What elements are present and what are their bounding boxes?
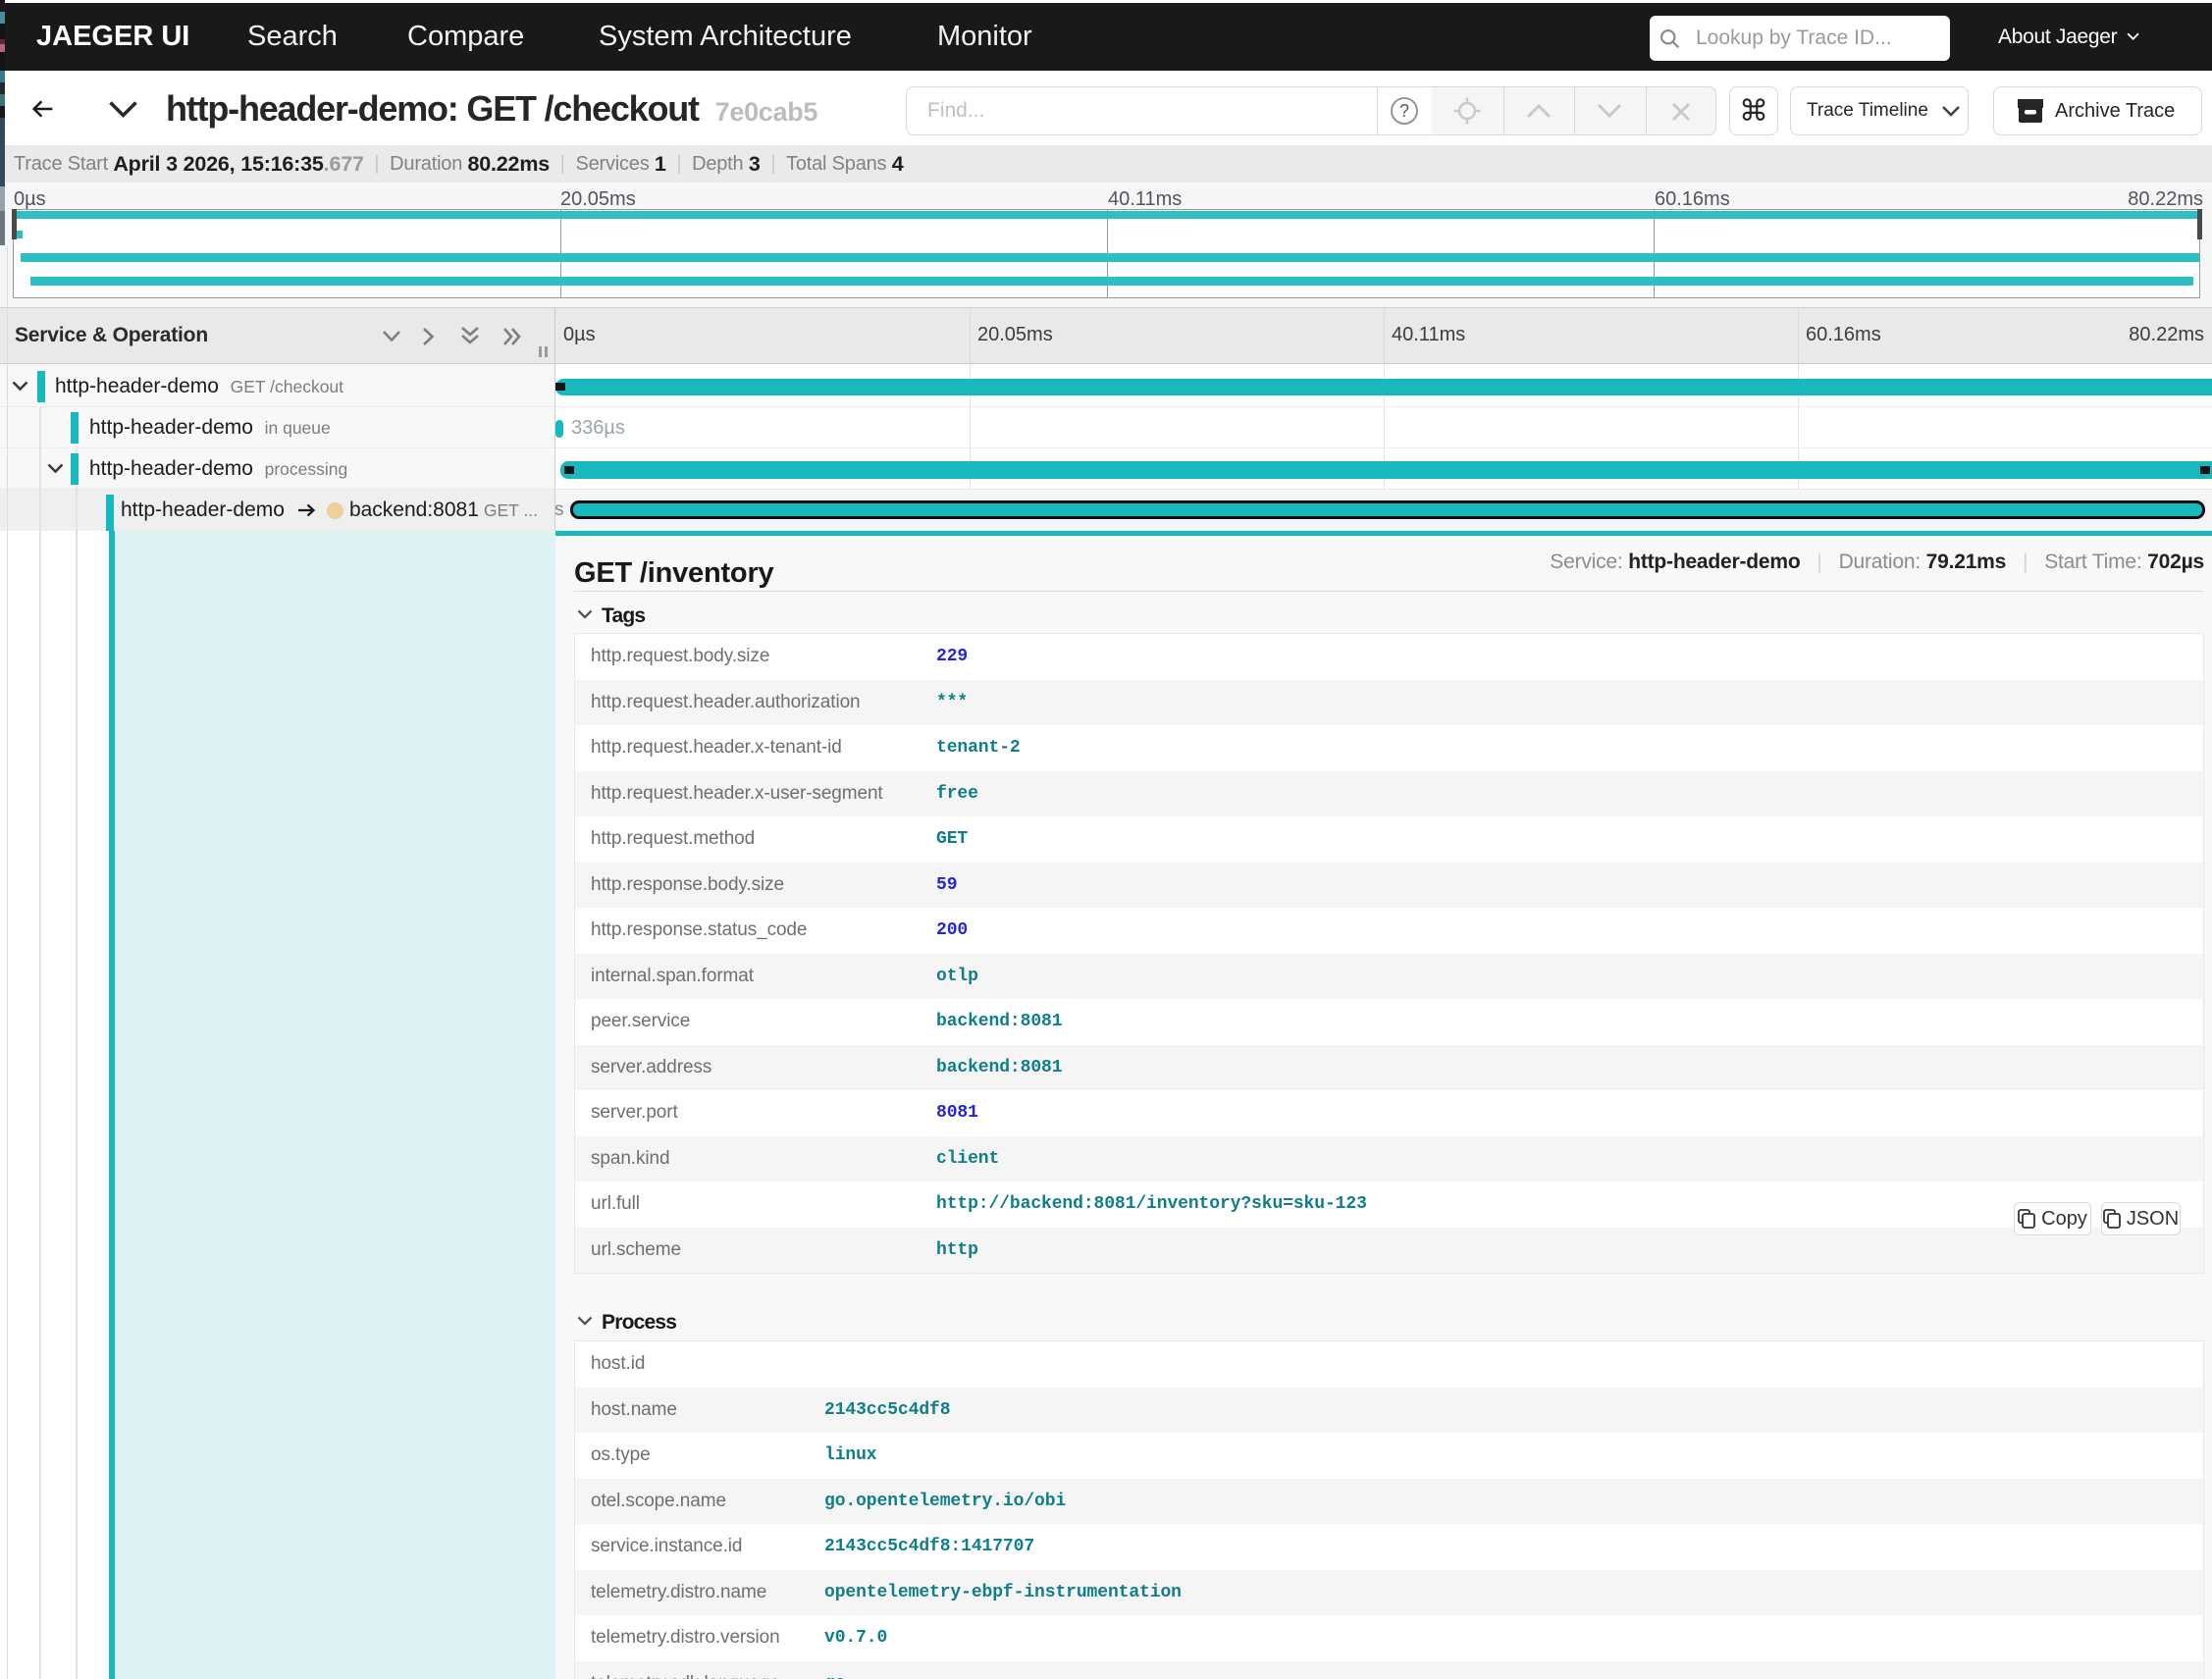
svg-text:?: ? — [1399, 101, 1409, 121]
